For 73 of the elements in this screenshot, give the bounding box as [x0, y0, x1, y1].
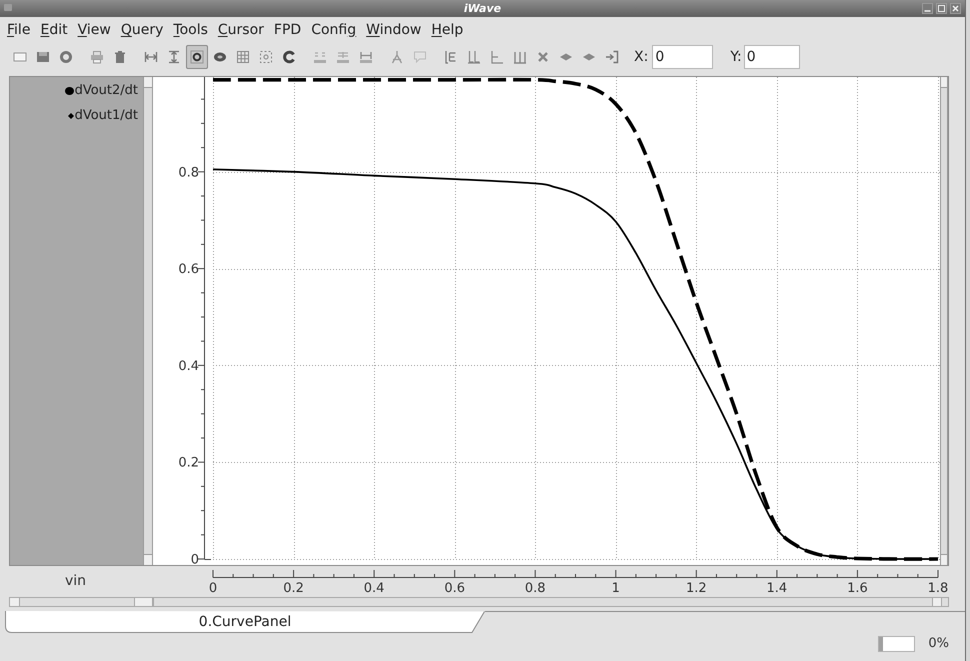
bars-icon — [513, 50, 527, 64]
menu-item[interactable]: Cursor — [212, 20, 269, 38]
axis-tick-label: 0.6 — [444, 581, 465, 596]
axis-tick-label: 0.6 — [178, 262, 199, 278]
rows-icon — [313, 50, 327, 64]
menu-item[interactable]: Window — [361, 20, 426, 38]
scroll-button[interactable] — [932, 598, 942, 606]
field-label: Y: — [730, 48, 742, 66]
ring-icon — [59, 50, 73, 64]
minimize-icon[interactable] — [922, 3, 933, 14]
axis-tick-label: 1 — [612, 581, 620, 596]
fit-width-icon — [144, 50, 158, 64]
exit-icon — [605, 50, 619, 64]
compass-icon — [390, 50, 404, 64]
axis-tick-label: 0.8 — [178, 165, 199, 180]
cross-icon — [536, 50, 550, 64]
menu-item[interactable]: Query — [116, 20, 168, 38]
toolbar-button[interactable] — [186, 45, 208, 69]
axis-tick-label: 0.4 — [178, 358, 199, 374]
arc-icon — [282, 50, 296, 64]
vertical-scrollbar[interactable] — [940, 77, 948, 565]
grid-icon — [236, 50, 250, 64]
scroll-button[interactable] — [941, 554, 947, 565]
rows-icon — [336, 50, 350, 64]
menu-item[interactable]: View — [72, 20, 116, 38]
scroll-button[interactable] — [941, 77, 947, 88]
axis-tick-label: 1.2 — [686, 581, 707, 596]
window-title: iWave — [464, 3, 502, 14]
fit-height-icon — [167, 50, 181, 64]
menu-item[interactable]: Help — [426, 20, 468, 38]
horizontal-scrollbar[interactable] — [153, 597, 949, 607]
axis-tick-label: 0.4 — [364, 581, 384, 596]
x-coordinate-field[interactable]: 0 — [652, 45, 714, 69]
axis-tick-label: 1.6 — [847, 581, 868, 596]
axis-tick-label: 0 — [190, 552, 199, 565]
close-icon[interactable] — [950, 3, 961, 14]
horizontal-scrollbar[interactable] — [9, 597, 153, 607]
maximize-icon[interactable] — [936, 3, 947, 14]
trash-icon — [113, 50, 127, 64]
progress-reading: 0% — [928, 635, 949, 654]
menu-item[interactable]: Config — [306, 20, 362, 38]
axis-tick-label: 1.8 — [928, 581, 948, 596]
menu-item[interactable]: FPD — [268, 20, 306, 38]
printer-icon — [90, 50, 104, 64]
window-icon — [13, 50, 27, 64]
axis-tick-label: 1.4 — [766, 581, 788, 596]
axis-tick-label: 0.2 — [178, 456, 199, 471]
scroll-button[interactable] — [134, 598, 152, 606]
menu-item[interactable]: File — [2, 20, 36, 38]
app-icon — [4, 4, 12, 11]
field-label: X: — [634, 48, 648, 66]
scroll-button[interactable] — [144, 77, 152, 88]
axis-title: vin — [64, 572, 86, 591]
span-bar-icon — [359, 50, 373, 64]
scroll-button[interactable] — [144, 554, 152, 565]
tab[interactable]: 0.CurvePanel — [5, 611, 485, 633]
speech-bubble-icon — [413, 50, 427, 64]
ellipse-icon — [213, 50, 227, 64]
dashed-frame-icon — [259, 50, 273, 64]
menu-item[interactable]: Tools — [168, 20, 213, 38]
axis-tick-label: 0.2 — [283, 581, 304, 596]
axis-tick-label: 0.8 — [524, 581, 546, 596]
menu-item[interactable]: Edit — [35, 20, 73, 38]
scroll-button[interactable] — [10, 598, 20, 606]
vertical-scrollbar[interactable] — [143, 77, 153, 565]
axis-tick-label: 0 — [208, 581, 218, 596]
legend-label: dVout2/dt — [74, 82, 138, 99]
axis-icon — [490, 50, 504, 64]
double-axis-icon — [467, 50, 481, 64]
bracket-lines-icon — [444, 50, 458, 64]
ring-in-square-icon — [190, 50, 204, 64]
y-coordinate-field[interactable]: 0 — [744, 45, 800, 69]
legend-label: dVout1/dt — [74, 107, 138, 124]
